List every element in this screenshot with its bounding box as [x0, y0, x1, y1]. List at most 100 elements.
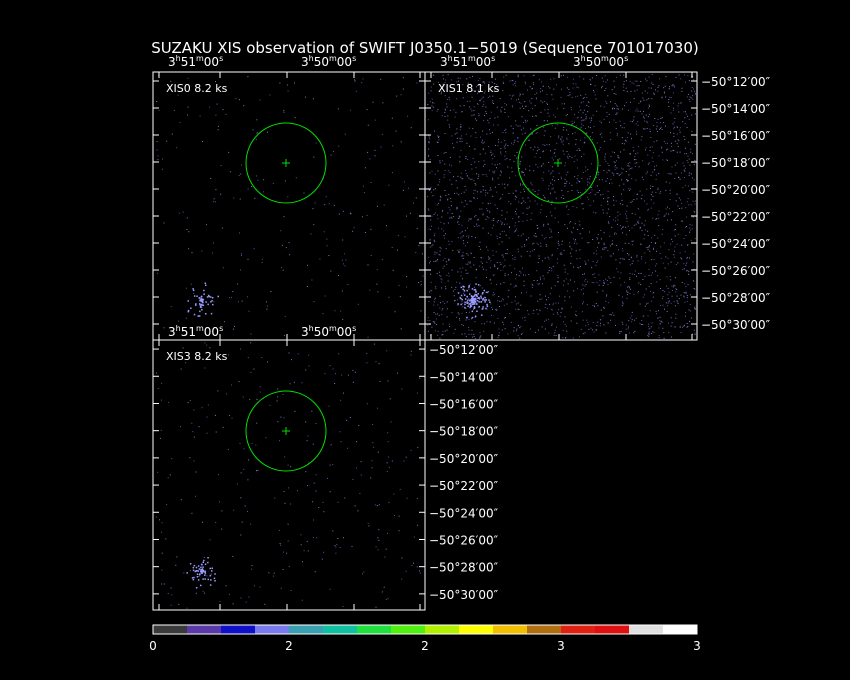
event-point: [518, 217, 520, 219]
event-point: [204, 367, 206, 369]
event-point: [684, 117, 686, 119]
event-point: [439, 181, 441, 183]
event-point: [616, 160, 617, 162]
event-point: [572, 205, 574, 207]
event-point: [461, 135, 462, 137]
event-point: [566, 205, 568, 207]
event-point: [592, 329, 594, 331]
event-point: [484, 194, 486, 196]
event-point: [504, 183, 506, 185]
event-point: [528, 165, 530, 167]
event-point: [694, 159, 696, 161]
event-point: [450, 201, 452, 203]
event-point: [518, 216, 520, 218]
event-point: [409, 212, 411, 214]
event-point: [639, 226, 641, 228]
event-point: [685, 113, 687, 115]
event-point: [583, 78, 585, 80]
event-point: [272, 182, 274, 184]
event-point: [614, 152, 615, 154]
event-point: [341, 259, 343, 261]
event-point: [688, 204, 690, 206]
event-point: [474, 189, 476, 191]
event-point: [307, 435, 309, 437]
event-point: [654, 118, 656, 119]
event-point: [564, 316, 566, 318]
event-point: [610, 282, 612, 284]
event-point: [551, 172, 553, 174]
event-point: [368, 525, 370, 527]
event-point: [551, 236, 553, 238]
event-point: [557, 314, 559, 316]
event-point: [480, 191, 482, 193]
event-point: [342, 239, 344, 241]
event-point: [247, 357, 249, 359]
panel-frame: [152, 339, 426, 611]
event-point: [450, 197, 452, 199]
cluster-event: [464, 306, 466, 309]
event-point: [582, 288, 584, 290]
event-point: [520, 255, 522, 257]
event-point: [531, 134, 533, 135]
event-point: [312, 537, 314, 539]
event-point: [571, 231, 572, 233]
event-point: [651, 237, 653, 239]
event-point: [554, 217, 556, 219]
event-point: [457, 175, 459, 177]
event-point: [347, 447, 349, 449]
event-point: [582, 284, 584, 286]
event-point: [372, 424, 374, 425]
event-point: [492, 171, 494, 173]
event-point: [456, 206, 458, 208]
event-point: [504, 145, 506, 147]
event-point: [527, 197, 529, 199]
event-point: [619, 262, 621, 264]
event-point: [555, 197, 557, 199]
event-point: [648, 208, 650, 210]
event-point: [626, 297, 628, 299]
event-point: [484, 152, 486, 154]
colorbar-segment: [153, 625, 188, 634]
event-point: [543, 171, 545, 173]
event-point: [575, 250, 577, 252]
event-point: [583, 109, 585, 111]
event-point: [689, 164, 691, 166]
event-point: [586, 178, 588, 180]
cluster-event: [475, 294, 478, 296]
event-point: [500, 171, 502, 173]
event-point: [410, 127, 412, 129]
event-point: [389, 398, 391, 400]
event-point: [311, 410, 313, 412]
event-point: [449, 99, 451, 101]
event-point: [516, 303, 517, 305]
event-point: [503, 82, 505, 84]
cluster-event: [202, 578, 204, 580]
event-point: [625, 215, 627, 217]
event-point: [630, 257, 632, 259]
event-point: [551, 309, 553, 311]
event-point: [502, 298, 504, 300]
event-point: [483, 141, 485, 143]
event-point: [475, 237, 476, 239]
event-point: [381, 591, 383, 593]
event-point: [551, 215, 553, 217]
event-point: [608, 169, 610, 171]
event-point: [428, 301, 430, 302]
event-point: [606, 79, 608, 81]
event-point: [691, 114, 693, 116]
event-point: [201, 407, 203, 409]
event-point: [558, 135, 560, 137]
event-point: [542, 194, 544, 196]
event-point: [564, 271, 566, 273]
event-point: [166, 140, 168, 142]
event-point: [522, 267, 523, 269]
event-point: [269, 404, 271, 406]
event-point: [519, 95, 521, 97]
event-point: [567, 191, 569, 193]
event-point: [228, 593, 230, 595]
event-point: [606, 112, 608, 113]
event-point: [556, 262, 558, 264]
event-point: [231, 417, 233, 419]
dec-label: −50°24′00″: [429, 506, 499, 520]
event-point: [637, 208, 639, 210]
